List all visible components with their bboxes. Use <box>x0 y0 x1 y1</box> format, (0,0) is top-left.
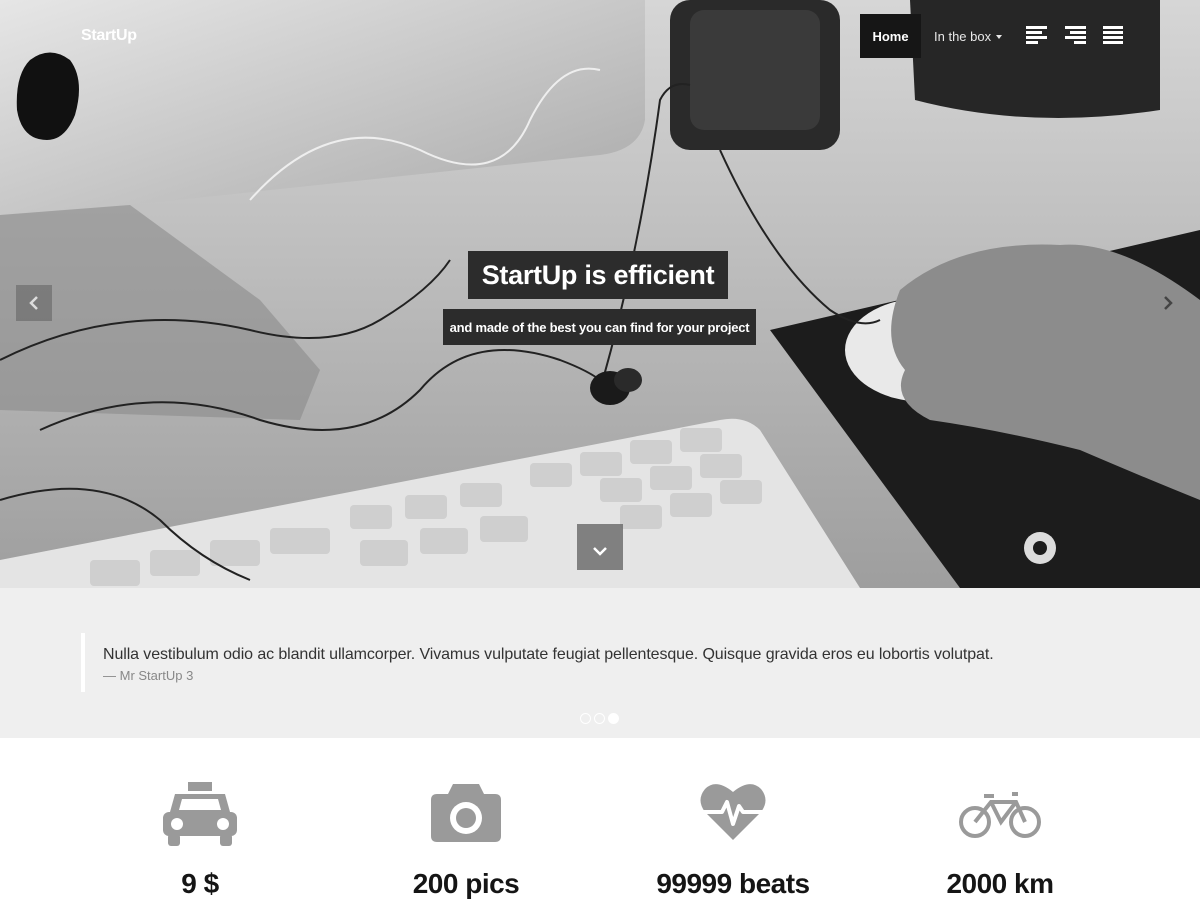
taxi-icon <box>163 782 237 846</box>
stat-value: 200 pics <box>412 868 520 899</box>
testimonial-author: — Mr StartUp 3 <box>103 668 194 683</box>
chevron-right-icon <box>1164 296 1173 310</box>
nav-in-the-box-dropdown[interactable]: In the box <box>934 14 1003 58</box>
brand-logo[interactable]: StartUp <box>81 27 137 45</box>
bicycle-icon <box>959 792 1041 838</box>
align-justify-icon[interactable] <box>1103 26 1125 44</box>
top-navbar: StartUp Home In the box <box>0 0 1200 72</box>
stats-section: 9 $ 200 pics 99999 beats 2000 km <box>0 738 1200 900</box>
stat-value: 9 $ <box>181 868 219 899</box>
hero-slider: StartUp Home In the box StartUp is effic… <box>0 0 1200 588</box>
quote-border <box>81 633 85 692</box>
pagination-dot[interactable] <box>594 713 605 724</box>
heartbeat-icon <box>700 784 766 840</box>
nav-home-link[interactable]: Home <box>860 14 921 58</box>
slider-next-button[interactable] <box>1150 285 1186 321</box>
camera-icon <box>431 784 501 842</box>
slide-title: StartUp is efficient <box>468 251 728 299</box>
nav-in-the-box-label: In the box <box>934 28 992 44</box>
scroll-down-button[interactable] <box>577 524 623 570</box>
stat-value: 99999 beats <box>656 868 810 899</box>
caret-down-icon <box>996 35 1003 39</box>
stat-value: 2000 km <box>946 868 1054 899</box>
slide-subtitle: and made of the best you can find for yo… <box>443 309 756 345</box>
pagination-dot-active[interactable] <box>608 713 619 724</box>
align-right-icon[interactable] <box>1064 26 1086 44</box>
pagination-dot[interactable] <box>580 713 591 724</box>
slider-prev-button[interactable] <box>16 285 52 321</box>
testimonial-pagination <box>580 713 619 724</box>
chevron-down-icon <box>593 547 607 556</box>
testimonial-section: Nulla vestibulum odio ac blandit ullamco… <box>0 588 1200 738</box>
testimonial-quote: Nulla vestibulum odio ac blandit ullamco… <box>103 646 994 663</box>
chevron-left-icon <box>29 296 38 310</box>
align-left-icon[interactable] <box>1026 26 1048 44</box>
